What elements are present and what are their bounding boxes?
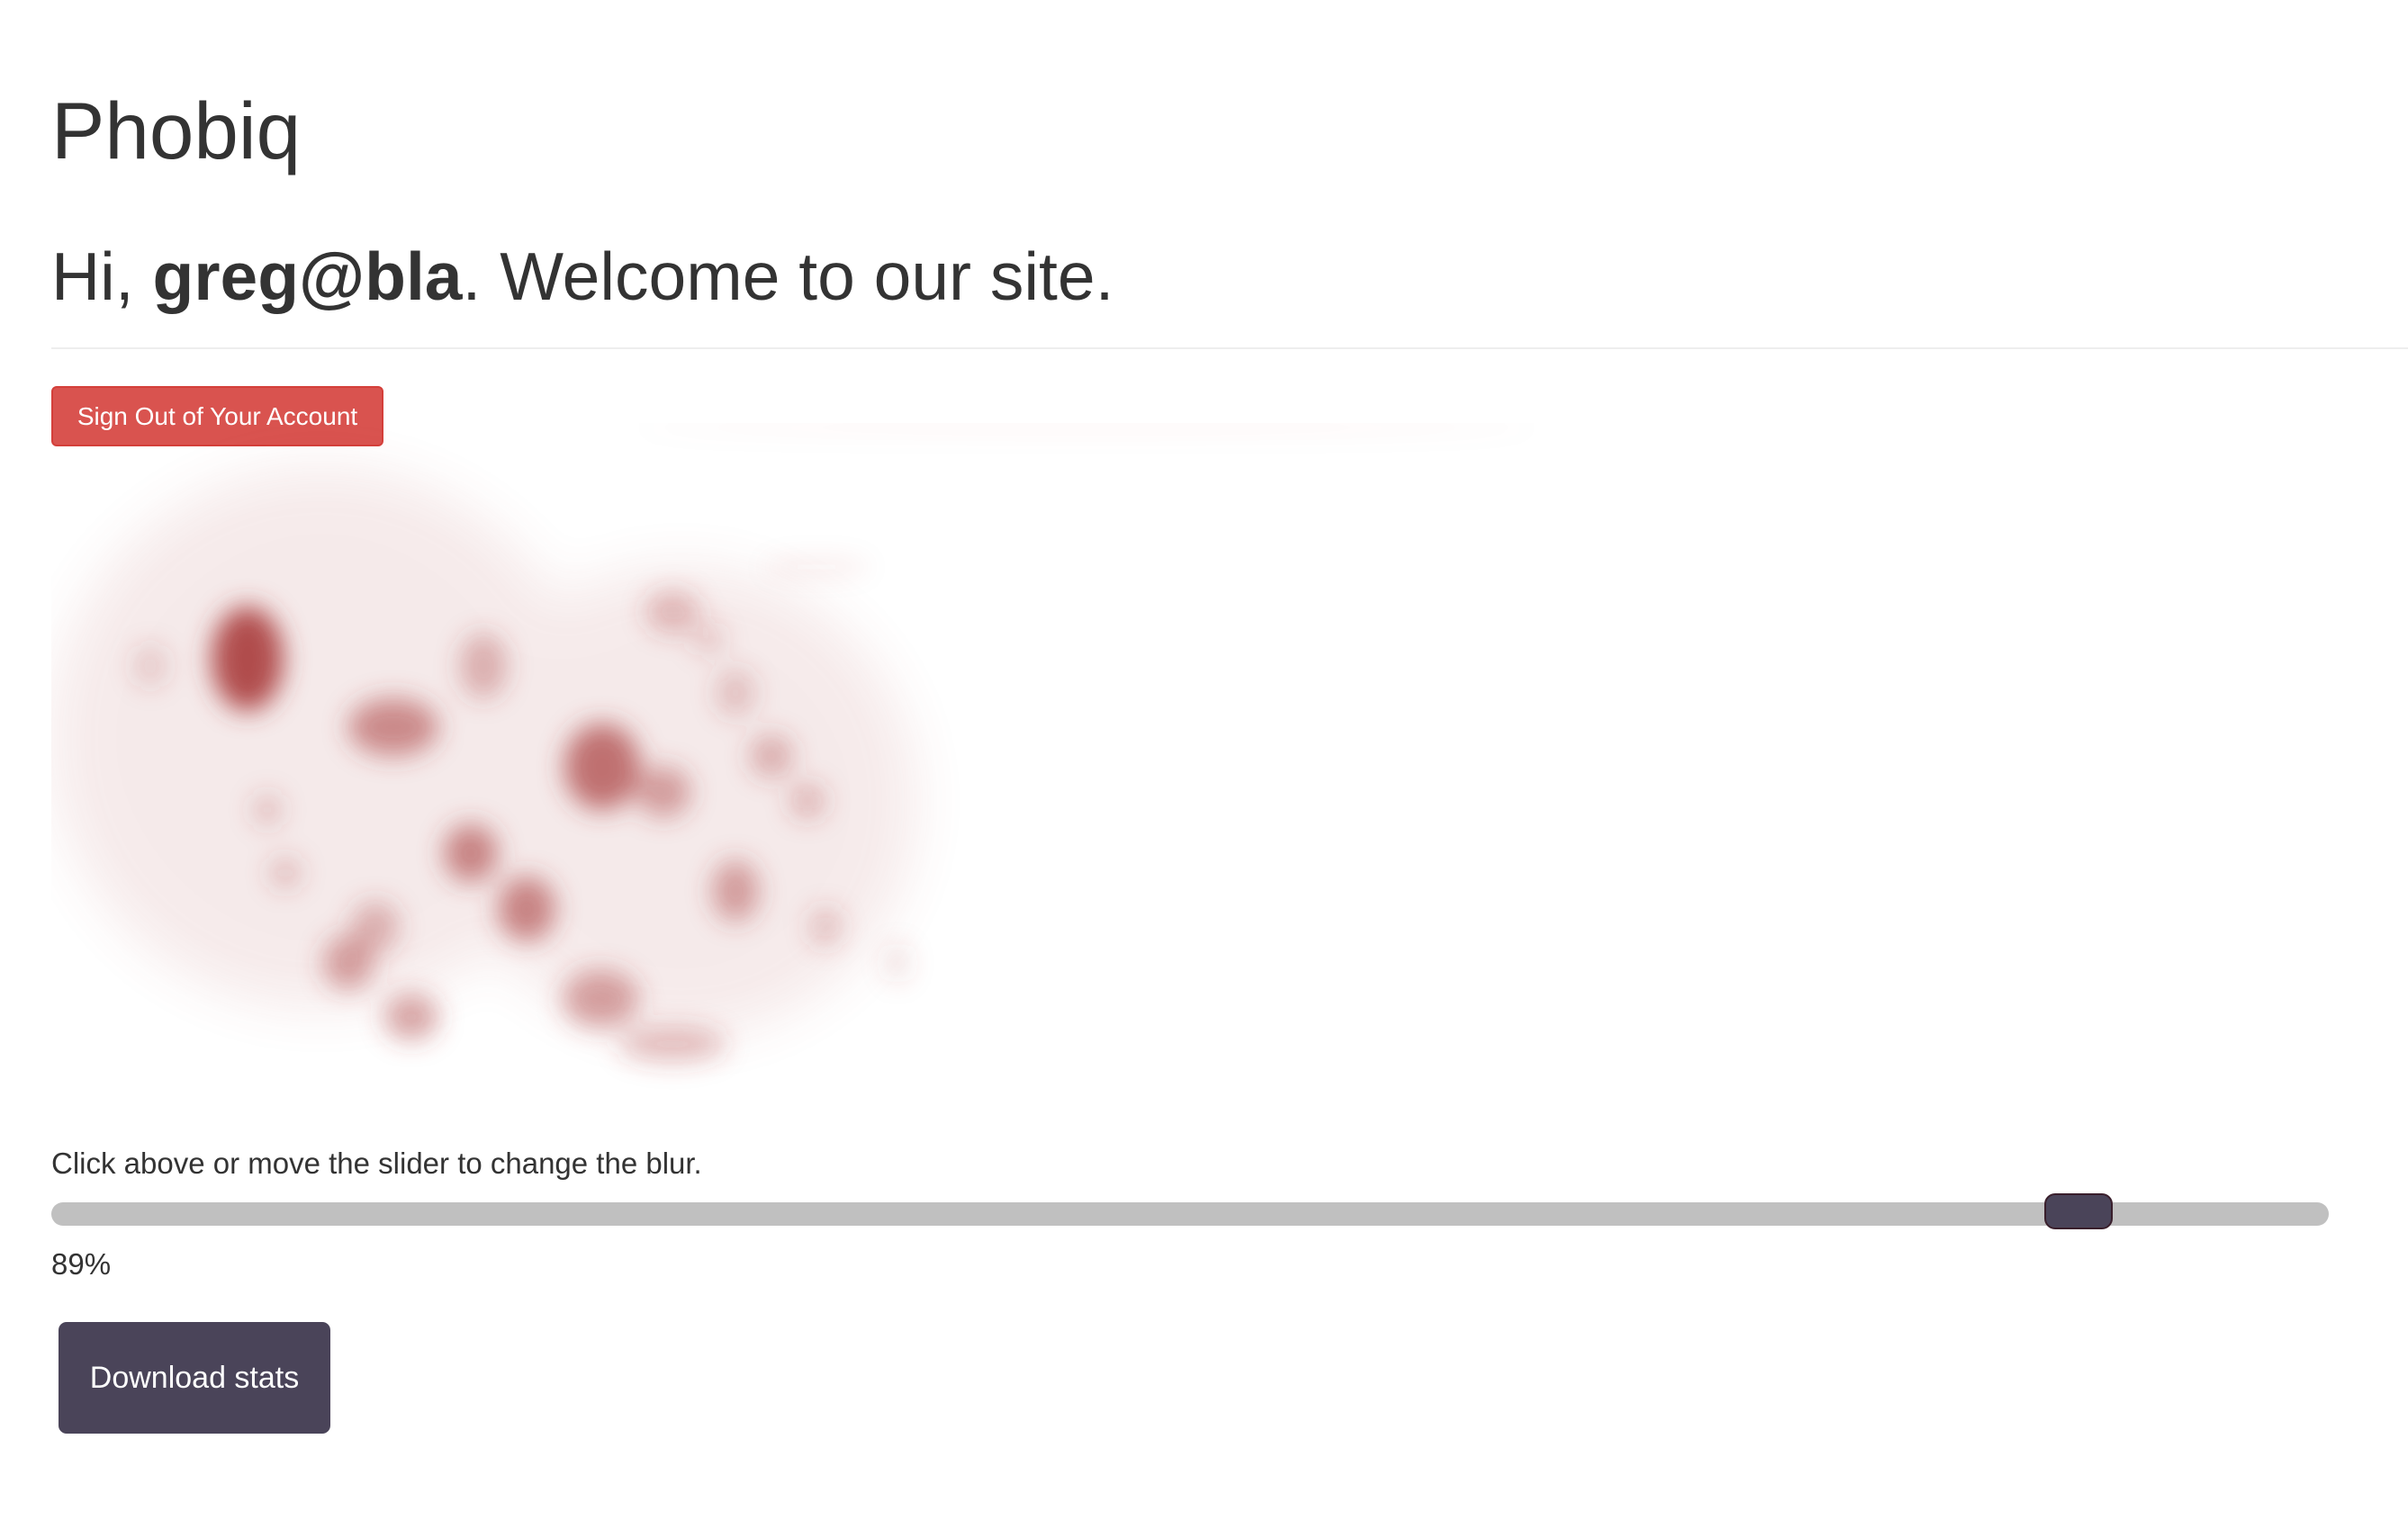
blur-slider-thumb[interactable] (2043, 1193, 2113, 1229)
blurred-image[interactable] (51, 423, 1942, 1161)
download-stats-button[interactable]: Download stats (59, 1322, 330, 1434)
blurred-image-canvas (51, 423, 1537, 1062)
blur-slider[interactable] (51, 1193, 2329, 1229)
welcome-username: greg@bla (152, 238, 463, 314)
app-title: Phobiq (51, 85, 302, 175)
blur-percent-readout: 89% (51, 1247, 112, 1281)
welcome-message: . Welcome to our site. (462, 238, 1114, 314)
header-divider (51, 347, 2408, 349)
blur-instructions: Click above or move the slider to change… (51, 1147, 702, 1180)
welcome-heading: Hi, greg@bla. Welcome to our site. (51, 236, 1114, 317)
welcome-greeting: Hi, (51, 238, 153, 314)
